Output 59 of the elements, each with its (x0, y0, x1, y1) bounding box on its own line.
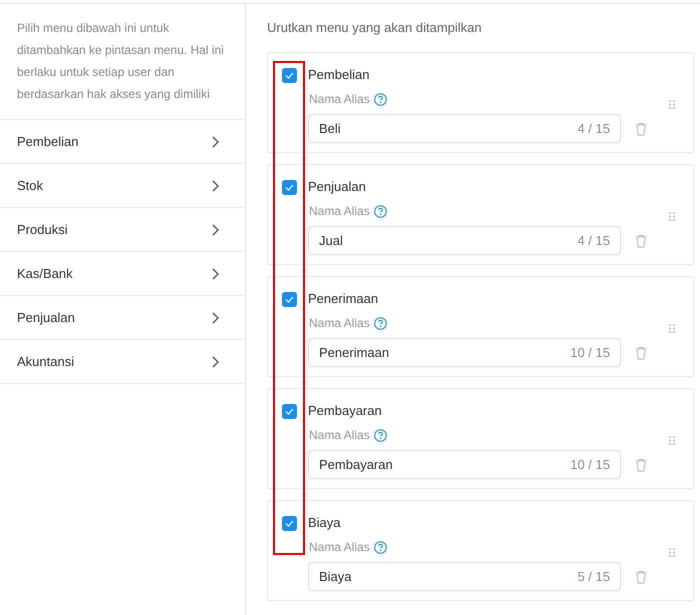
trash-icon[interactable] (635, 570, 647, 584)
menu-name: Pembayaran (308, 403, 382, 419)
alias-input[interactable]: Biaya 5 / 15 (308, 562, 621, 591)
trash-icon[interactable] (635, 346, 647, 360)
trash-icon[interactable] (635, 234, 647, 248)
field-label: Nama Alias (309, 91, 370, 108)
character-counter: 5 / 15 (577, 568, 610, 586)
drag-handle-icon[interactable] (669, 548, 675, 557)
menu-name: Penerimaan (308, 291, 378, 307)
chevron-right-icon (212, 180, 220, 192)
chevron-right-icon (212, 268, 220, 280)
sidebar-item[interactable]: Akuntansi (0, 340, 245, 384)
checkbox[interactable] (282, 404, 297, 418)
help-icon (374, 540, 387, 554)
check-icon (285, 184, 294, 190)
sidebar-item[interactable]: Stok (0, 164, 245, 208)
sidebar-item[interactable]: Kas/Bank (0, 252, 245, 296)
alias-input[interactable]: Penerimaan 10 / 15 (308, 338, 621, 367)
chevron-right-icon (212, 136, 220, 148)
drag-handle-icon[interactable] (669, 324, 675, 333)
character-counter: 10 / 15 (570, 344, 610, 362)
sidebar-description: Pilih menu dibawah ini untuk ditambahkan ke pintasan menu. Hal ini berlaku untuk setiap user dan berdasarkan hak akses yang dimiliki (0, 4, 245, 120)
menu-name: Penjualan (308, 179, 366, 195)
chevron-right-icon (212, 356, 220, 368)
checkbox[interactable] (282, 180, 297, 194)
help-icon (374, 428, 387, 442)
chevron-right-icon (212, 312, 220, 324)
alias-input[interactable]: Jual 4 / 15 (308, 226, 621, 255)
character-counter: 4 / 15 (577, 232, 610, 250)
checkbox[interactable] (282, 292, 297, 306)
drag-handle-icon[interactable] (669, 100, 675, 109)
menu-name: Pembelian (308, 67, 370, 83)
field-label: Nama Alias (309, 427, 370, 444)
alias-input[interactable]: Pembayaran 10 / 15 (308, 450, 621, 479)
chevron-right-icon (212, 224, 220, 236)
character-counter: 10 / 15 (570, 456, 610, 474)
field-label: Nama Alias (309, 203, 370, 220)
check-icon (285, 296, 294, 302)
check-icon (285, 520, 294, 526)
check-icon (285, 408, 294, 414)
checkbox[interactable] (282, 68, 297, 82)
sidebar-item[interactable]: Pembelian (0, 120, 245, 164)
help-icon (374, 316, 387, 330)
character-counter: 4 / 15 (577, 120, 610, 138)
sidebar-item[interactable]: Produksi (0, 208, 245, 252)
help-icon (374, 92, 387, 106)
sidebar-item[interactable]: Penjualan (0, 296, 245, 340)
field-label: Nama Alias (309, 315, 370, 332)
menu-name: Biaya (308, 515, 341, 531)
trash-icon[interactable] (635, 122, 647, 136)
drag-handle-icon[interactable] (669, 436, 675, 445)
check-icon (285, 72, 294, 78)
field-label: Nama Alias (309, 539, 370, 556)
trash-icon[interactable] (635, 458, 647, 472)
help-icon (374, 204, 387, 218)
section-title: Urutkan menu yang akan ditampilkan (267, 19, 483, 37)
alias-input[interactable]: Beli 4 / 15 (308, 114, 621, 143)
checkbox[interactable] (282, 516, 297, 530)
drag-handle-icon[interactable] (669, 212, 675, 221)
